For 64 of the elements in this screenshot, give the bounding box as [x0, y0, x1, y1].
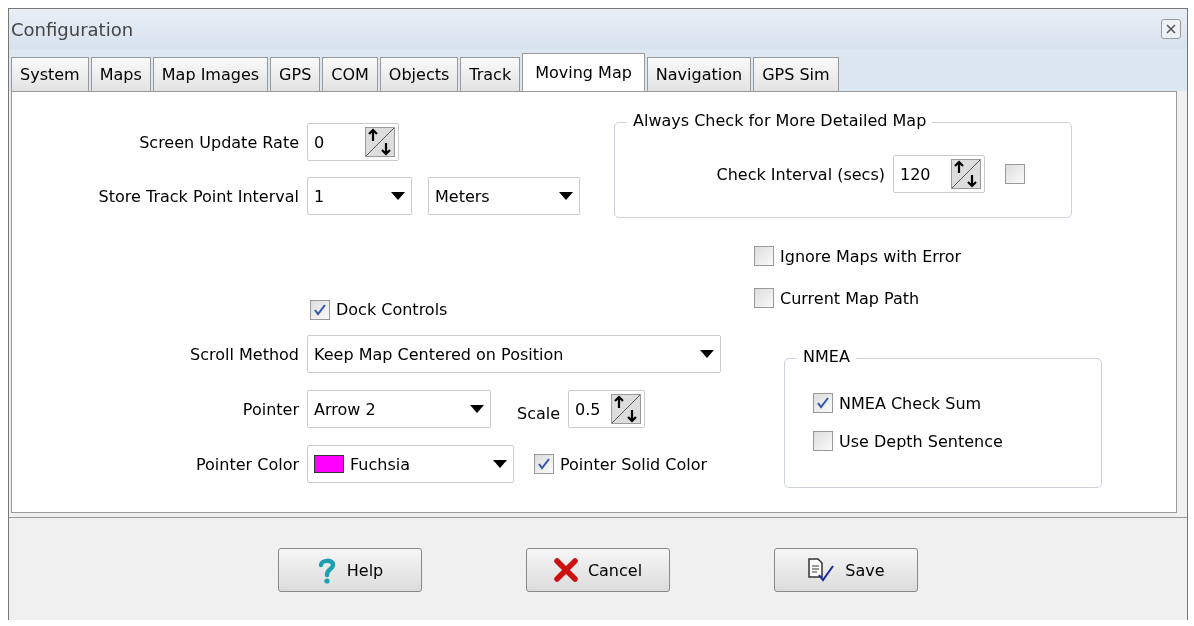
help-button[interactable]: Help	[278, 548, 422, 592]
checkbox[interactable]	[754, 288, 774, 308]
cancel-button[interactable]: Cancel	[526, 548, 670, 592]
checkbox-label: NMEA Check Sum	[839, 393, 982, 413]
checkbox[interactable]	[813, 431, 833, 451]
dropdown[interactable]: 1	[307, 177, 412, 215]
dropdown-value: 1	[314, 186, 325, 206]
dropdown[interactable]: Arrow 2	[307, 390, 491, 428]
checkbox-label: Current Map Path	[780, 288, 920, 308]
caret-icon	[391, 192, 405, 200]
checkbox[interactable]	[813, 393, 833, 413]
checkbox[interactable]	[754, 246, 774, 266]
checkbox-label: Dock Controls	[336, 300, 448, 319]
tab[interactable]: Map Images	[152, 57, 269, 91]
close-icon	[1165, 23, 1177, 35]
tab[interactable]: Navigation	[646, 57, 752, 91]
caret-icon	[470, 405, 484, 413]
checkbox[interactable]	[534, 454, 554, 474]
tab[interactable]: COM	[322, 57, 378, 91]
caret-icon	[559, 192, 573, 200]
question-mark-icon	[316, 556, 337, 584]
caret-icon	[493, 460, 507, 468]
window-title: Configuration	[11, 18, 134, 40]
spin-field[interactable]: 0	[307, 123, 399, 161]
field-label: Check Interval (secs)	[716, 164, 886, 184]
dropdown[interactable]: Keep Map Centered on Position	[307, 335, 721, 373]
tab[interactable]: Moving Map	[522, 53, 645, 91]
spin-arrows-icon	[365, 127, 395, 157]
document-check-icon	[807, 557, 836, 583]
field-label: Pointer	[241, 399, 300, 419]
dropdown-value: Fuchsia	[350, 454, 411, 474]
caret-icon	[700, 350, 714, 358]
tab[interactable]: GPS	[270, 57, 321, 91]
group-title: Always Check for More Detailed Map	[627, 111, 933, 130]
spin-field[interactable]: 0.5	[568, 390, 646, 428]
dropdown-value: Arrow 2	[314, 399, 376, 419]
save-button[interactable]: Save	[774, 548, 918, 592]
field-value: 0	[314, 132, 325, 152]
checkbox-label: Ignore Maps with Error	[780, 246, 962, 266]
close-button[interactable]	[1161, 19, 1181, 39]
field-value: 120	[900, 164, 931, 184]
field-label: Pointer Color	[195, 454, 300, 474]
tab[interactable]: Track	[460, 57, 521, 91]
spin-arrows-icon	[611, 394, 642, 424]
checkbox-label: Pointer Solid Color	[560, 454, 708, 474]
tab[interactable]: Objects	[379, 57, 459, 91]
field-label: Store Track Point Interval	[97, 186, 300, 206]
field-value: 0.5	[575, 399, 601, 419]
field-label: Scroll Method	[189, 344, 300, 364]
dropdown[interactable]: Meters	[428, 177, 580, 215]
checkbox[interactable]	[1005, 164, 1025, 184]
dropdown-value: Keep Map Centered on Position	[314, 344, 564, 364]
checkbox[interactable]	[310, 300, 330, 320]
tab[interactable]: GPS Sim	[753, 57, 839, 91]
dropdown-value: Meters	[435, 186, 490, 206]
tab[interactable]: System	[11, 57, 89, 91]
spin-field[interactable]: 120	[893, 155, 985, 193]
spin-arrows-icon	[951, 159, 981, 189]
dropdown[interactable]: Fuchsia	[307, 445, 514, 483]
field-label: Scale	[517, 402, 561, 423]
checkbox-label: Use Depth Sentence	[839, 431, 1003, 451]
cross-icon	[553, 558, 578, 582]
tab[interactable]: Maps	[90, 57, 151, 91]
field-label: Screen Update Rate	[138, 132, 300, 152]
